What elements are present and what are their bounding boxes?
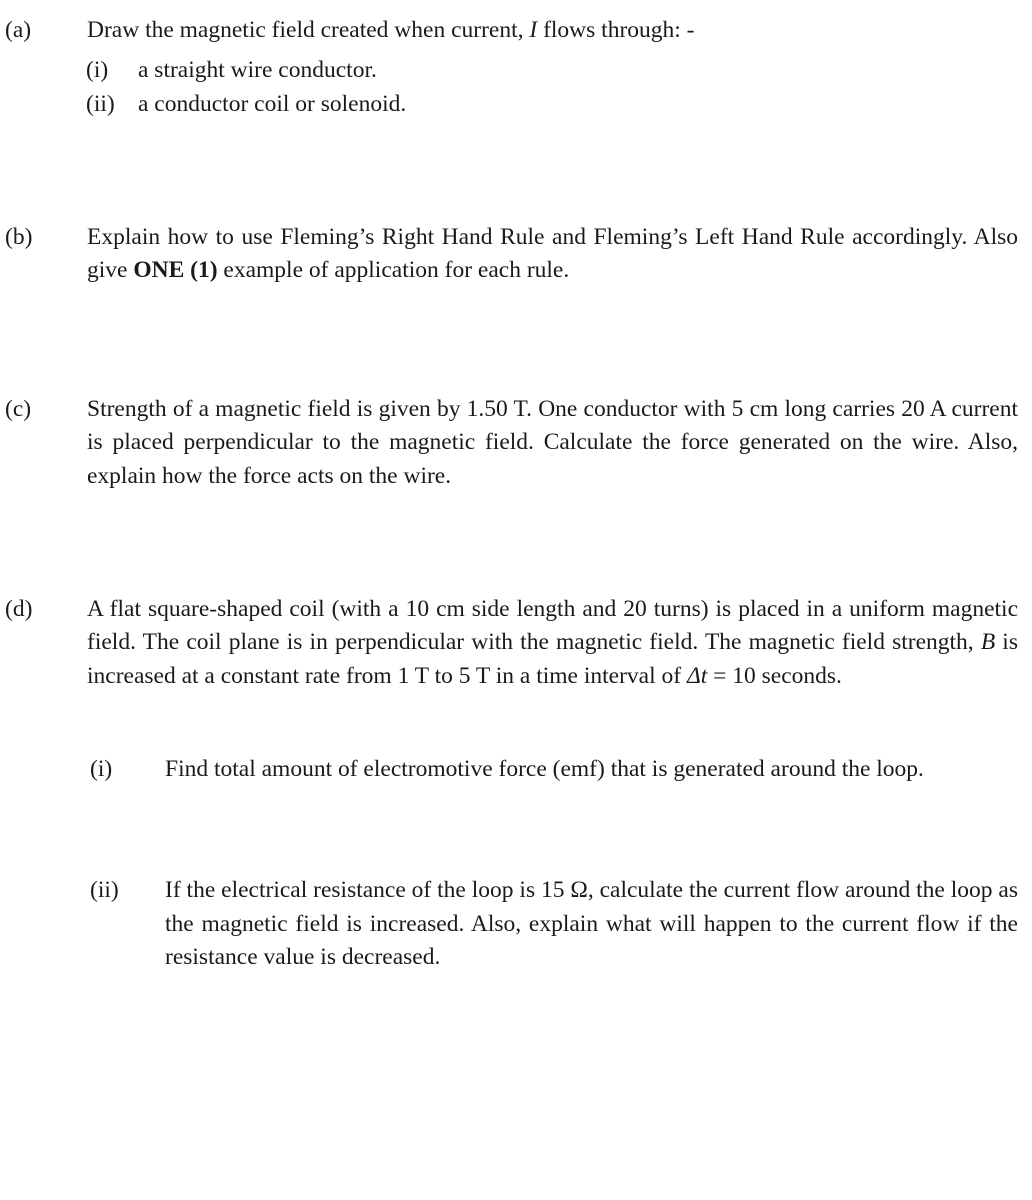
subitem-label-d-ii: (ii) (90, 877, 119, 904)
question-b-text-part2: example of application for each rule. (217, 257, 570, 284)
question-d-text-part1: A flat square-shaped coil (with a 10 cm … (87, 595, 1018, 656)
spacer-a-sub (0, 47, 1032, 54)
subitem-d-ii-text-part1: If the electrical resistance of the loop… (165, 877, 571, 904)
question-item-a-i: (i) a straight wire conductor. (0, 54, 1032, 87)
question-item-d-i: (i) Find total amount of electromotive f… (0, 753, 1032, 786)
question-d-text-part3: = 10 seconds. (707, 662, 842, 689)
question-item-c: (c) Strength of a magnetic field is give… (0, 393, 1032, 493)
question-label-b: (b) (5, 224, 33, 251)
subitem-label-a-i: (i) (86, 57, 109, 84)
subitem-text-a-i: a straight wire conductor. (138, 57, 377, 84)
question-a-text-before: Draw the magnetic field created when cur… (87, 17, 530, 43)
spacer-d-i (0, 693, 1032, 753)
spacer-c-d (0, 493, 1032, 593)
delta-t-symbol-italic: Δt (686, 662, 708, 689)
top-spacer (0, 0, 1032, 14)
question-label-d: (d) (5, 595, 33, 622)
question-text-c: Strength of a magnetic field is given by… (87, 395, 1018, 489)
question-label-a: (a) (5, 17, 32, 43)
spacer-a-b (0, 121, 1032, 221)
question-text-a: Draw the magnetic field created when cur… (87, 14, 1018, 47)
question-item-b: (b) Explain how to use Fleming’s Right H… (0, 221, 1032, 288)
spacer-b-c (0, 288, 1032, 393)
question-a-text-after: flows through: - (537, 17, 695, 43)
question-b-bold-phrase: ONE (1) (133, 257, 218, 284)
subitem-label-d-i: (i) (90, 755, 113, 782)
subitem-text-d-i: Find total amount of electromotive force… (165, 755, 924, 782)
spacer-d-i-ii (0, 786, 1032, 874)
document-page: (a) Draw the magnetic field created when… (0, 0, 1032, 1200)
question-label-c: (c) (5, 395, 32, 422)
question-item-d: (d) A flat square-shaped coil (with a 10… (0, 593, 1032, 693)
magnetic-field-symbol-italic: B (980, 629, 996, 656)
question-item-a-ii: (ii) a conductor coil or solenoid. (0, 88, 1032, 121)
subitem-label-a-ii: (ii) (86, 90, 115, 117)
question-item-d-ii: (ii) If the electrical resistance of the… (0, 874, 1032, 974)
question-text-b: Explain how to use Fleming’s Right Hand … (87, 221, 1018, 288)
question-item-a: (a) Draw the magnetic field created when… (0, 14, 1032, 47)
subitem-text-a-ii: a conductor coil or solenoid. (138, 90, 407, 117)
ohm-symbol: Ω (570, 877, 588, 904)
question-text-d: A flat square-shaped coil (with a 10 cm … (87, 593, 1018, 693)
subitem-text-d-ii: If the electrical resistance of the loop… (165, 874, 1018, 974)
